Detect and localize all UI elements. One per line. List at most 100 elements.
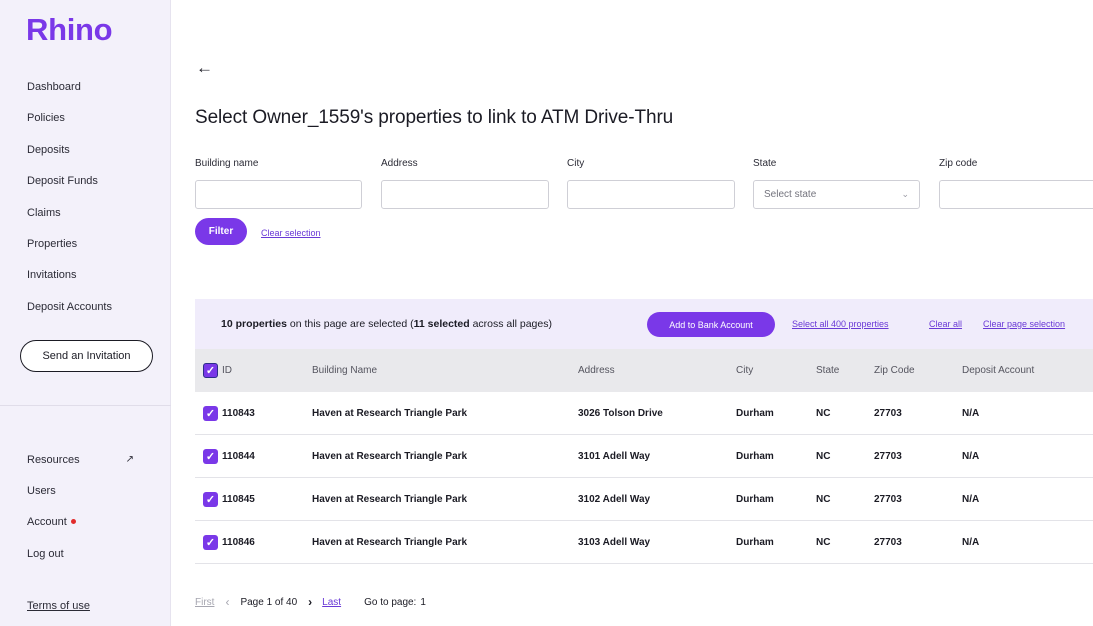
table-row[interactable]: ✓ 110846 Haven at Research Triangle Park… (195, 521, 1093, 564)
cell-address: 3026 Tolson Drive (578, 407, 663, 419)
page-info: Page 1 of 40 (240, 596, 298, 608)
table-row[interactable]: ✓ 110845 Haven at Research Triangle Park… (195, 478, 1093, 521)
cell-zip-code: 27703 (874, 407, 902, 419)
cell-deposit-account: N/A (962, 536, 980, 548)
nav-item-dashboard[interactable]: Dashboard (27, 76, 112, 107)
cell-address: 3101 Adell Way (578, 450, 651, 462)
first-page-link[interactable]: First (195, 597, 214, 608)
address-input[interactable] (381, 180, 549, 209)
row-checkbox[interactable]: ✓ (203, 448, 218, 464)
column-header-address[interactable]: Address (578, 365, 615, 376)
cell-deposit-account: N/A (962, 493, 980, 505)
go-to-page-input[interactable]: 1 (420, 597, 426, 608)
last-page-link[interactable]: Last (322, 597, 341, 608)
logo[interactable]: Rhino (26, 12, 113, 48)
cell-state: NC (816, 407, 831, 419)
selection-summary: 10 properties on this page are selected … (221, 318, 552, 330)
zip-code-label: Zip code (939, 158, 978, 169)
cell-zip-code: 27703 (874, 450, 902, 462)
checkmark-icon: ✓ (205, 407, 216, 420)
add-to-bank-account-button[interactable]: Add to Bank Account (647, 312, 775, 337)
notification-dot-icon (70, 518, 76, 524)
city-label: City (567, 158, 585, 169)
building-name-label: Building name (195, 158, 259, 169)
state-select-value: Select state (764, 189, 817, 200)
nav-item-policies[interactable]: Policies (27, 107, 112, 138)
cell-city: Durham (736, 450, 774, 462)
cell-city: Durham (736, 407, 774, 419)
select-all-checkbox[interactable]: ✓ (203, 363, 218, 378)
row-checkbox[interactable]: ✓ (203, 491, 218, 507)
nav-item-deposits[interactable]: Deposits (27, 139, 112, 170)
cell-building-name: Haven at Research Triangle Park (312, 493, 468, 505)
nav-item-resources[interactable]: Resources ↗ (27, 444, 134, 475)
external-link-icon: ↗ (125, 453, 134, 465)
row-checkbox[interactable]: ✓ (203, 534, 218, 550)
nav-item-resources-label: Resources (27, 453, 80, 466)
selection-total-count: 11 selected (413, 318, 470, 330)
nav-item-account[interactable]: Account (27, 507, 134, 538)
pagination: First ‹ Page 1 of 40 › Last Go to page: … (195, 595, 426, 609)
cell-city: Durham (736, 493, 774, 505)
cell-id: 110845 (222, 493, 255, 505)
checkmark-icon: ✓ (205, 493, 216, 506)
nav-item-deposit-funds[interactable]: Deposit Funds (27, 170, 112, 201)
nav-item-users[interactable]: Users (27, 475, 134, 506)
selection-text-1: on this page are selected ( (286, 318, 414, 330)
terms-of-use-link[interactable]: Terms of use (27, 600, 90, 612)
nav-item-log-out[interactable]: Log out (27, 538, 134, 569)
cell-id: 110846 (222, 536, 255, 548)
city-input[interactable] (567, 180, 735, 209)
filter-button[interactable]: Filter (195, 218, 247, 245)
checkmark-icon: ✓ (205, 450, 216, 463)
cell-deposit-account: N/A (962, 450, 980, 462)
table-row[interactable]: ✓ 110844 Haven at Research Triangle Park… (195, 435, 1093, 478)
chevron-down-icon: ⌄ (901, 189, 909, 199)
go-to-page-label: Go to page: (364, 596, 417, 608)
table-header: ✓ ID Building Name Address City State Zi… (195, 349, 1093, 392)
column-header-building-name[interactable]: Building Name (312, 365, 377, 376)
clear-all-link[interactable]: Clear all (929, 319, 962, 329)
select-all-properties-link[interactable]: Select all 400 properties (792, 319, 889, 329)
nav-item-deposit-accounts[interactable]: Deposit Accounts (27, 296, 112, 327)
sidebar-divider (0, 405, 171, 406)
sidebar: Rhino Dashboard Policies Deposits Deposi… (0, 0, 171, 626)
nav-item-invitations[interactable]: Invitations (27, 264, 112, 295)
table-row[interactable]: ✓ 110843 Haven at Research Triangle Park… (195, 392, 1093, 435)
cell-address: 3102 Adell Way (578, 493, 651, 505)
clear-page-selection-link[interactable]: Clear page selection (983, 319, 1065, 329)
chevron-right-icon[interactable]: › (308, 595, 312, 609)
selection-page-count: 10 properties (221, 318, 287, 330)
column-header-deposit-account[interactable]: Deposit Account (962, 365, 1034, 376)
cell-building-name: Haven at Research Triangle Park (312, 536, 468, 548)
nav-item-claims[interactable]: Claims (27, 202, 112, 233)
cell-zip-code: 27703 (874, 493, 902, 505)
arrow-left-icon[interactable]: ← (196, 58, 213, 78)
chevron-left-icon[interactable]: ‹ (225, 595, 229, 609)
column-header-zip-code[interactable]: Zip Code (874, 365, 915, 376)
clear-selection-link[interactable]: Clear selection (261, 228, 321, 238)
cell-building-name: Haven at Research Triangle Park (312, 450, 468, 462)
page-title: Select Owner_1559's properties to link t… (195, 107, 674, 128)
cell-id: 110844 (222, 450, 255, 462)
nav-item-account-label: Account (27, 516, 67, 529)
cell-deposit-account: N/A (962, 407, 980, 419)
checkmark-icon: ✓ (205, 536, 216, 549)
state-select[interactable]: Select state ⌄ (753, 180, 920, 209)
secondary-nav: Resources ↗ Users Account Log out (27, 444, 134, 570)
cell-state: NC (816, 536, 831, 548)
zip-code-input[interactable] (939, 180, 1093, 209)
selection-banner: 10 properties on this page are selected … (195, 299, 1093, 349)
cell-address: 3103 Adell Way (578, 536, 651, 548)
cell-state: NC (816, 493, 831, 505)
building-name-input[interactable] (195, 180, 362, 209)
state-label: State (753, 158, 777, 169)
send-invitation-button[interactable]: Send an Invitation (20, 340, 153, 372)
column-header-id[interactable]: ID (222, 365, 232, 376)
column-header-state[interactable]: State (816, 365, 839, 376)
checkmark-icon: ✓ (205, 365, 216, 377)
column-header-city[interactable]: City (736, 365, 753, 376)
row-checkbox[interactable]: ✓ (203, 405, 218, 421)
nav-item-properties[interactable]: Properties (27, 233, 112, 264)
cell-zip-code: 27703 (874, 536, 902, 548)
